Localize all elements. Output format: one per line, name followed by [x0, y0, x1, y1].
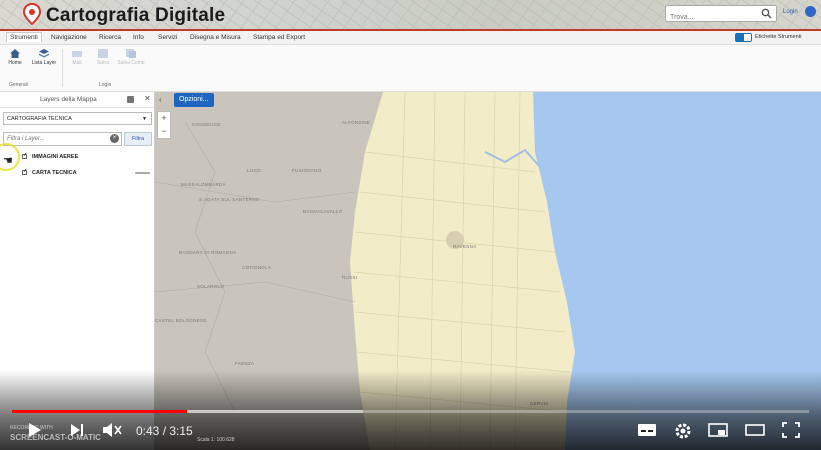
layer-checkbox[interactable] — [22, 152, 27, 159]
map-theme-value: CARTOGRAFIA TECNICA — [7, 116, 72, 122]
clear-filter-icon[interactable]: × — [110, 134, 119, 143]
layer-row-carta-tecnica[interactable]: CARTA TECNICA — [0, 165, 155, 181]
chevron-down-icon: ▼ — [142, 116, 147, 122]
tab-ricerca[interactable]: Ricerca — [96, 33, 124, 42]
close-icon[interactable]: ✕ — [144, 94, 151, 103]
filter-button[interactable]: Filtra — [124, 132, 152, 146]
layers-panel-header: Layers della Mappa ✕ — [0, 92, 154, 108]
mail-icon — [72, 51, 82, 57]
home-label: Home — [8, 60, 22, 66]
miniplayer-icon[interactable] — [708, 422, 728, 438]
layer-row-immagini-aeree[interactable]: IMMAGINI AEREE — [0, 149, 155, 165]
tab-servizi[interactable]: Servizi — [155, 33, 181, 42]
layer-list-button[interactable]: Lista Layer — [29, 49, 59, 66]
mute-icon[interactable] — [102, 422, 122, 438]
video-time: 0:43 / 3:15 — [136, 424, 193, 438]
search-field[interactable] — [665, 5, 777, 25]
ribbon-toolbar: Home Lista Layer Generali Mail Salva Sal… — [0, 45, 821, 92]
place-label: RAVENNA — [453, 244, 477, 249]
place-label: SOLAROLO — [197, 284, 225, 289]
tab-navigazione[interactable]: Navigazione — [48, 33, 90, 42]
app-title: Cartografia Digitale — [46, 5, 226, 26]
save-icon — [98, 49, 108, 58]
place-label: COTIGNOLA — [242, 265, 272, 270]
scale-value: 100.628 — [216, 437, 235, 443]
map-scale: Scala 1: 100.628 — [197, 437, 235, 443]
subtitles-icon[interactable] — [637, 422, 657, 438]
save-label: Salva — [96, 60, 110, 66]
panel-menu-icon[interactable] — [127, 96, 134, 103]
zoom-control: + − — [157, 111, 171, 139]
place-label: RUSSI — [342, 275, 358, 280]
settings-gear-icon[interactable] — [674, 422, 692, 440]
place-label: LUGO — [247, 168, 261, 173]
menu-bar: Strumenti Navigazione Ricerca Info Servi… — [0, 31, 821, 45]
layer-checkbox[interactable] — [22, 168, 27, 175]
video-played-bar — [12, 410, 188, 413]
theater-mode-icon[interactable] — [745, 422, 765, 438]
search-input[interactable] — [666, 10, 756, 25]
layers-panel-title: Layers della Mappa — [40, 96, 97, 103]
place-label: MASSALOMBARDA — [181, 182, 226, 187]
search-icon[interactable] — [761, 8, 772, 19]
hand-cursor-icon: ☚ — [3, 155, 13, 167]
place-label: S.AGATA SUL SANTERNO — [199, 197, 260, 202]
labels-toggle[interactable] — [735, 33, 752, 42]
play-icon[interactable] — [28, 422, 42, 438]
collapse-panel-icon[interactable]: ‹ — [159, 95, 162, 104]
zoom-in-button[interactable]: + — [158, 112, 170, 125]
map-pin-logo-icon — [22, 3, 42, 25]
home-button[interactable]: Home — [0, 49, 30, 66]
options-button[interactable]: Opzioni... — [174, 93, 214, 107]
group-label-login: Login — [99, 82, 112, 88]
opacity-slider[interactable] — [135, 172, 150, 174]
tab-stampa-export[interactable]: Stampa ed Export — [250, 33, 308, 42]
app-header: Cartografia Digitale Login — [0, 0, 821, 31]
mail-label: Mail — [72, 60, 82, 66]
tab-strumenti[interactable]: Strumenti — [6, 32, 42, 42]
layers-icon — [39, 49, 49, 58]
place-label: BAGNACAVALLO — [303, 209, 343, 214]
next-icon[interactable] — [70, 422, 84, 438]
save-as-button[interactable]: Salva Come — [116, 49, 146, 66]
home-icon — [10, 49, 20, 58]
place-label: FUSIGNANO — [292, 168, 322, 173]
place-label: CONSELICE — [192, 122, 221, 127]
tab-info[interactable]: Info — [130, 33, 147, 42]
toggle-label: Etichette Strumenti — [755, 34, 802, 40]
tab-disegna-misura[interactable]: Disegna e Misura — [187, 33, 244, 42]
place-label: FAENZA — [235, 361, 255, 366]
fullscreen-icon[interactable] — [782, 422, 800, 438]
login-link[interactable]: Login — [783, 9, 798, 15]
group-label-generali: Generali — [9, 82, 28, 88]
map-theme-select[interactable]: CARTOGRAFIA TECNICA ▼ — [3, 112, 152, 125]
layer-list-label: Lista Layer — [31, 60, 57, 66]
layer-filter-input[interactable]: Filtra i Layer... — [3, 132, 122, 146]
save-as-icon — [126, 49, 136, 58]
layer-name: IMMAGINI AEREE — [32, 154, 79, 160]
accessibility-icon[interactable] — [805, 6, 816, 17]
zoom-out-button[interactable]: − — [158, 125, 170, 138]
place-label: CASTEL BOLOGNESE — [155, 318, 207, 323]
save-button[interactable]: Salva — [88, 49, 118, 66]
place-label: ALFONSINE — [342, 120, 371, 125]
place-label: BAGNARA DI ROMAGNA — [179, 250, 237, 255]
layer-name: CARTA TECNICA — [32, 170, 77, 176]
svg-text:SCREENCAST-O-MATIC: SCREENCAST-O-MATIC — [10, 433, 101, 442]
save-as-label: Salva Come — [117, 60, 145, 66]
scale-label: Scala 1: — [197, 437, 216, 443]
